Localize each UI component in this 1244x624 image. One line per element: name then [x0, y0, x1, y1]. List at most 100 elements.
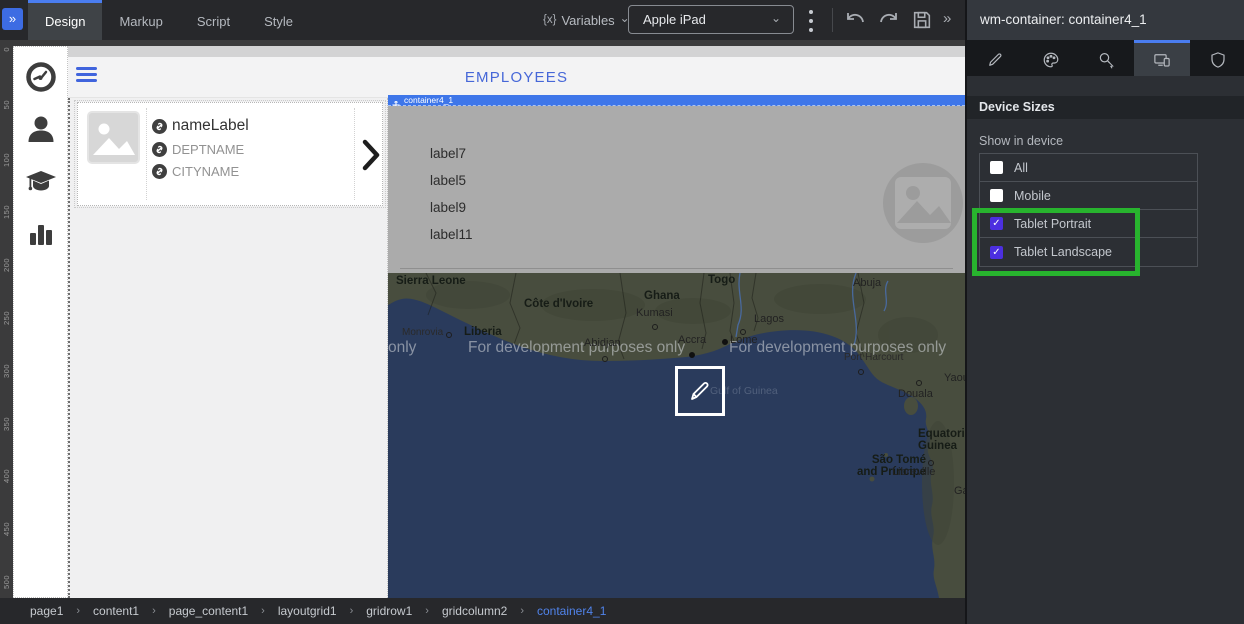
selection-tag[interactable]: container4_1: [388, 95, 965, 106]
chevron-right-icon[interactable]: [361, 139, 381, 171]
device-option-all[interactable]: All: [980, 154, 1197, 182]
sidebar-item-person[interactable]: [25, 113, 57, 145]
container-label[interactable]: label7: [430, 146, 466, 161]
breadcrumb-item[interactable]: content1: [93, 604, 139, 618]
list-item[interactable]: nameLabel DEPTNAME CITYNAME: [77, 102, 383, 206]
checkbox-checked[interactable]: ✓: [990, 217, 1003, 230]
map-marker-dot: [722, 339, 728, 345]
checkbox[interactable]: [990, 189, 1003, 202]
top-toolbar: » DesignMarkupScriptStyle {x} Variables …: [0, 0, 965, 40]
person-icon: [25, 113, 57, 145]
variables-braces-icon: {x}: [543, 14, 556, 26]
inspector-panel: wm-container: container4_1 Device Sizes …: [965, 0, 1244, 624]
chevron-down-icon: ⌄: [771, 11, 781, 25]
bind-icon: [152, 119, 167, 134]
sidebar-item-graduation-cap[interactable]: [25, 165, 57, 197]
map-label: Accra: [678, 335, 706, 347]
breadcrumb-item[interactable]: page_content1: [169, 604, 248, 618]
map-label: Côte d'Ivoire: [524, 298, 593, 310]
list-field: DEPTNAME: [152, 142, 348, 157]
ruler-tick: 50: [2, 100, 11, 109]
device-option-label: All: [1014, 161, 1028, 175]
page-title: EMPLOYEES: [68, 69, 965, 86]
sidebar-item-bar-chart[interactable]: [25, 217, 57, 249]
map-label: Lagos: [754, 314, 784, 326]
device-option-mobile[interactable]: Mobile: [980, 182, 1197, 210]
map-label: Libreville: [892, 467, 935, 479]
map-marker-ring: [858, 369, 864, 375]
map-label: Yaou: [944, 373, 965, 385]
list-field-label: CITYNAME: [172, 164, 239, 179]
redo-button[interactable]: [877, 8, 901, 32]
map-marker-dot: [689, 352, 695, 358]
breadcrumb-separator-icon: ›: [261, 605, 265, 617]
ruler-tick: 200: [2, 258, 11, 272]
map-label: Port Harcourt: [844, 353, 903, 364]
breadcrumb-item[interactable]: page1: [30, 604, 63, 618]
device-option-tablet-landscape[interactable]: ✓Tablet Landscape: [980, 238, 1197, 266]
device-preview-select[interactable]: Apple iPad ⌄: [628, 5, 794, 34]
breadcrumb-item[interactable]: gridrow1: [366, 604, 412, 618]
collapse-left-panel-button[interactable]: »: [2, 8, 23, 30]
ruler-tick: 350: [2, 417, 11, 431]
map-land-shape: [388, 273, 965, 598]
app-left-nav[interactable]: [13, 46, 68, 598]
list-field-label: DEPTNAME: [172, 142, 244, 157]
map-widget[interactable]: onlyFor development purposes onlyFor dev…: [388, 273, 965, 598]
map-label: Lome: [730, 335, 758, 347]
bar-chart-icon: [25, 217, 57, 249]
breadcrumb-item-active[interactable]: container4_1: [537, 604, 606, 618]
tab-design[interactable]: Design: [28, 0, 102, 40]
checkbox-checked[interactable]: ✓: [990, 246, 1003, 259]
map-marker-ring: [916, 380, 922, 386]
list-fields: nameLabel DEPTNAME CITYNAME: [152, 117, 348, 186]
selected-container[interactable]: label7 label5 label9 label11: [388, 106, 965, 273]
breadcrumb-item[interactable]: gridcolumn2: [442, 604, 507, 618]
device-options-list: All Mobile ✓Tablet Portrait✓Tablet Landsca…: [979, 153, 1198, 267]
device-option-label: Mobile: [1014, 189, 1051, 203]
chevron-separator: [354, 108, 355, 200]
map-label: Togo: [708, 274, 735, 286]
variables-menu[interactable]: {x} Variables ⌄: [543, 0, 630, 40]
inspector-tab-pencil[interactable]: [967, 40, 1023, 76]
device-option-tablet-portrait[interactable]: ✓Tablet Portrait: [980, 210, 1197, 238]
inspector-tab-inspect-cursor[interactable]: [1079, 40, 1135, 76]
inspector-title: wm-container: container4_1: [967, 0, 1244, 40]
breadcrumb-item[interactable]: layoutgrid1: [278, 604, 337, 618]
breadcrumb-separator-icon: ›: [350, 605, 354, 617]
container-label[interactable]: label9: [430, 200, 466, 215]
map-watermark: only: [388, 339, 416, 357]
map-label: Abidjan: [584, 338, 621, 350]
save-button[interactable]: [911, 9, 933, 31]
inspect-cursor-icon: [1097, 51, 1115, 69]
tab-script[interactable]: Script: [180, 0, 247, 40]
undo-button[interactable]: [843, 8, 867, 32]
device-select-value: Apple iPad: [643, 12, 706, 27]
map-label: Douala: [898, 389, 933, 401]
container-label[interactable]: label5: [430, 173, 466, 188]
checkbox[interactable]: [990, 161, 1003, 174]
grid-column-1[interactable]: nameLabel DEPTNAME CITYNAME: [68, 98, 388, 598]
vertical-ruler: 050100150200250300350400450500: [0, 46, 13, 598]
inspector-tab-palette[interactable]: [1023, 40, 1079, 76]
sidebar-item-gauge[interactable]: [25, 61, 57, 93]
shield-icon: [1209, 51, 1227, 69]
map-edit-button[interactable]: [675, 366, 725, 416]
show-in-device-label: Show in device: [979, 134, 1063, 148]
tab-style[interactable]: Style: [247, 0, 310, 40]
container-label[interactable]: label11: [430, 227, 473, 242]
ruler-tick: 300: [2, 364, 11, 378]
inspector-tab-shield[interactable]: [1190, 40, 1244, 76]
ruler-tick: 400: [2, 469, 11, 483]
map-marker-ring: [928, 460, 934, 466]
inspector-tab-devices[interactable]: [1134, 40, 1190, 76]
image-placeholder-icon: [883, 163, 963, 243]
grid-column-2: container4_1 label7 label5 label9 label11: [388, 95, 965, 598]
list-field: nameLabel: [152, 117, 348, 135]
tab-markup[interactable]: Markup: [102, 0, 179, 40]
more-options-icon[interactable]: [806, 10, 816, 32]
map-label: Abuja: [853, 278, 881, 290]
palette-icon: [1042, 51, 1060, 69]
map-label: Ghana: [644, 290, 680, 302]
collapse-right-panel-button[interactable]: »: [943, 10, 951, 27]
